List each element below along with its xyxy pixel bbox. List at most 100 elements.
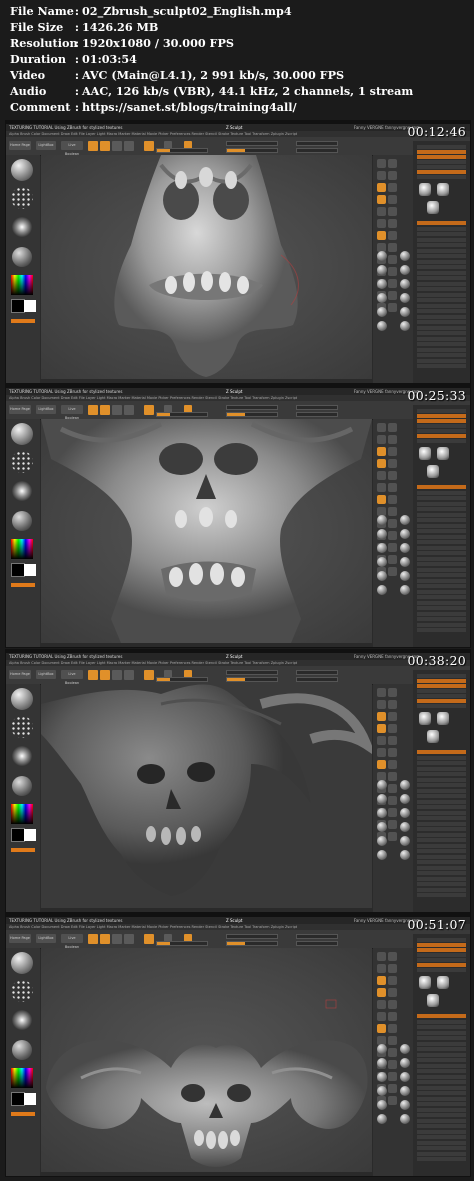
draw-mode-icon[interactable] xyxy=(100,670,110,680)
shelf-button[interactable] xyxy=(388,183,397,192)
viewport-canvas[interactable] xyxy=(41,948,372,1172)
tray-menu-item[interactable] xyxy=(417,353,466,357)
tray-menu-item[interactable] xyxy=(417,1074,466,1079)
shelf-button[interactable] xyxy=(388,195,397,204)
shelf-button[interactable] xyxy=(388,772,397,781)
shelf-button[interactable] xyxy=(377,159,386,168)
tray-menu-item[interactable] xyxy=(417,772,466,776)
tray-menu-item[interactable] xyxy=(417,439,466,443)
tray-menu-item[interactable] xyxy=(417,175,466,179)
material-ball-icon[interactable] xyxy=(377,251,387,261)
focal-shift-slider[interactable] xyxy=(226,141,278,146)
scale-mode-icon[interactable] xyxy=(124,141,134,151)
tray-menu-item[interactable] xyxy=(417,1063,466,1068)
home-page-button[interactable]: Home Page xyxy=(9,670,31,679)
shelf-button[interactable] xyxy=(377,483,386,492)
stroke-preview-icon[interactable] xyxy=(11,980,33,1002)
material-ball-icon[interactable] xyxy=(377,307,387,317)
tray-menu-item[interactable] xyxy=(417,755,466,760)
tray-menu-item[interactable] xyxy=(417,364,466,368)
brush-preview-icon[interactable] xyxy=(11,159,33,181)
material-ball-icon[interactable] xyxy=(377,543,387,553)
tray-menu-item[interactable] xyxy=(417,309,466,313)
z-intensity-slider[interactable] xyxy=(156,677,208,682)
shelf-button[interactable] xyxy=(388,736,397,745)
tray-menu-item[interactable] xyxy=(417,1129,466,1134)
tray-menu-item[interactable] xyxy=(417,953,466,957)
tray-menu-item[interactable] xyxy=(417,573,466,577)
tray-menu-item[interactable] xyxy=(417,556,466,561)
shelf-button[interactable] xyxy=(388,1012,397,1021)
material-ball-icon[interactable] xyxy=(377,1072,387,1082)
shelf-button[interactable] xyxy=(388,555,397,564)
tray-menu-item[interactable] xyxy=(417,1030,466,1035)
tray-menu-item[interactable] xyxy=(417,237,466,242)
tray-menu-item[interactable] xyxy=(417,1014,466,1018)
tray-menu-item[interactable] xyxy=(417,943,466,947)
tray-menu-item[interactable] xyxy=(417,1058,466,1062)
shelf-button[interactable] xyxy=(388,291,397,300)
draw-mode-icon[interactable] xyxy=(100,934,110,944)
tray-menu-item[interactable] xyxy=(417,1025,466,1029)
tray-menu-item[interactable] xyxy=(417,298,466,302)
shelf-button[interactable] xyxy=(388,820,397,829)
color-picker[interactable] xyxy=(11,1068,33,1088)
shelf-button[interactable] xyxy=(388,784,397,793)
tray-menu-item[interactable] xyxy=(417,490,466,495)
material-ball-icon[interactable] xyxy=(377,822,387,832)
tray-menu-item[interactable] xyxy=(417,512,466,517)
switch-color-button[interactable] xyxy=(11,848,35,852)
home-page-button[interactable]: Home Page xyxy=(9,405,31,414)
material-ball-icon[interactable] xyxy=(377,321,387,331)
shelf-button[interactable] xyxy=(388,495,397,504)
material-ball-icon[interactable] xyxy=(400,543,410,553)
tray-menu-item[interactable] xyxy=(417,414,466,418)
tray-menu-item[interactable] xyxy=(417,1041,466,1046)
rotate-mode-icon[interactable] xyxy=(144,405,154,415)
tray-menu-item[interactable] xyxy=(417,589,466,594)
material-ball-icon[interactable] xyxy=(400,251,410,261)
material-ball-icon[interactable] xyxy=(377,1058,387,1068)
tray-menu-item[interactable] xyxy=(417,1019,466,1024)
shelf-button[interactable] xyxy=(377,736,386,745)
shelf-button[interactable] xyxy=(377,231,386,240)
tool-thumbnail[interactable] xyxy=(419,976,431,989)
tray-menu-item[interactable] xyxy=(417,893,466,897)
tray-menu-item[interactable] xyxy=(417,958,466,962)
shelf-button[interactable] xyxy=(388,988,397,997)
shelf-button[interactable] xyxy=(388,1072,397,1081)
shelf-button[interactable] xyxy=(388,748,397,757)
material-ball-icon[interactable] xyxy=(377,794,387,804)
material-ball-icon[interactable] xyxy=(377,279,387,289)
shelf-button[interactable] xyxy=(388,171,397,180)
draw-size-slider[interactable] xyxy=(226,941,278,946)
tray-menu-item[interactable] xyxy=(417,501,466,506)
tray-menu-item[interactable] xyxy=(417,843,466,848)
tray-menu-item[interactable] xyxy=(417,827,466,831)
rotate-mode-icon[interactable] xyxy=(144,141,154,151)
material-ball-icon[interactable] xyxy=(400,1058,410,1068)
shelf-button[interactable] xyxy=(388,1084,397,1093)
tool-thumbnail[interactable] xyxy=(437,712,449,725)
tray-menu-item[interactable] xyxy=(417,628,466,632)
tray-menu-item[interactable] xyxy=(417,761,466,765)
shelf-button[interactable] xyxy=(388,760,397,769)
tray-menu-item[interactable] xyxy=(417,832,466,837)
shelf-button[interactable] xyxy=(377,952,386,961)
z-intensity-slider[interactable] xyxy=(156,148,208,153)
tray-menu-item[interactable] xyxy=(417,1052,466,1057)
shelf-button[interactable] xyxy=(377,712,386,721)
material-ball-icon[interactable] xyxy=(377,557,387,567)
tray-menu-item[interactable] xyxy=(417,704,466,708)
tray-menu-item[interactable] xyxy=(417,540,466,544)
shelf-button[interactable] xyxy=(377,1024,386,1033)
tray-menu-item[interactable] xyxy=(417,750,466,754)
material-ball-icon[interactable] xyxy=(400,307,410,317)
tray-menu-item[interactable] xyxy=(417,699,466,703)
edit-mode-icon[interactable] xyxy=(88,934,98,944)
tray-menu-item[interactable] xyxy=(417,799,466,804)
tray-menu-item[interactable] xyxy=(417,1096,466,1101)
color-picker[interactable] xyxy=(11,539,33,559)
focal-shift-slider[interactable] xyxy=(226,405,278,410)
rotate-mode-icon[interactable] xyxy=(144,934,154,944)
